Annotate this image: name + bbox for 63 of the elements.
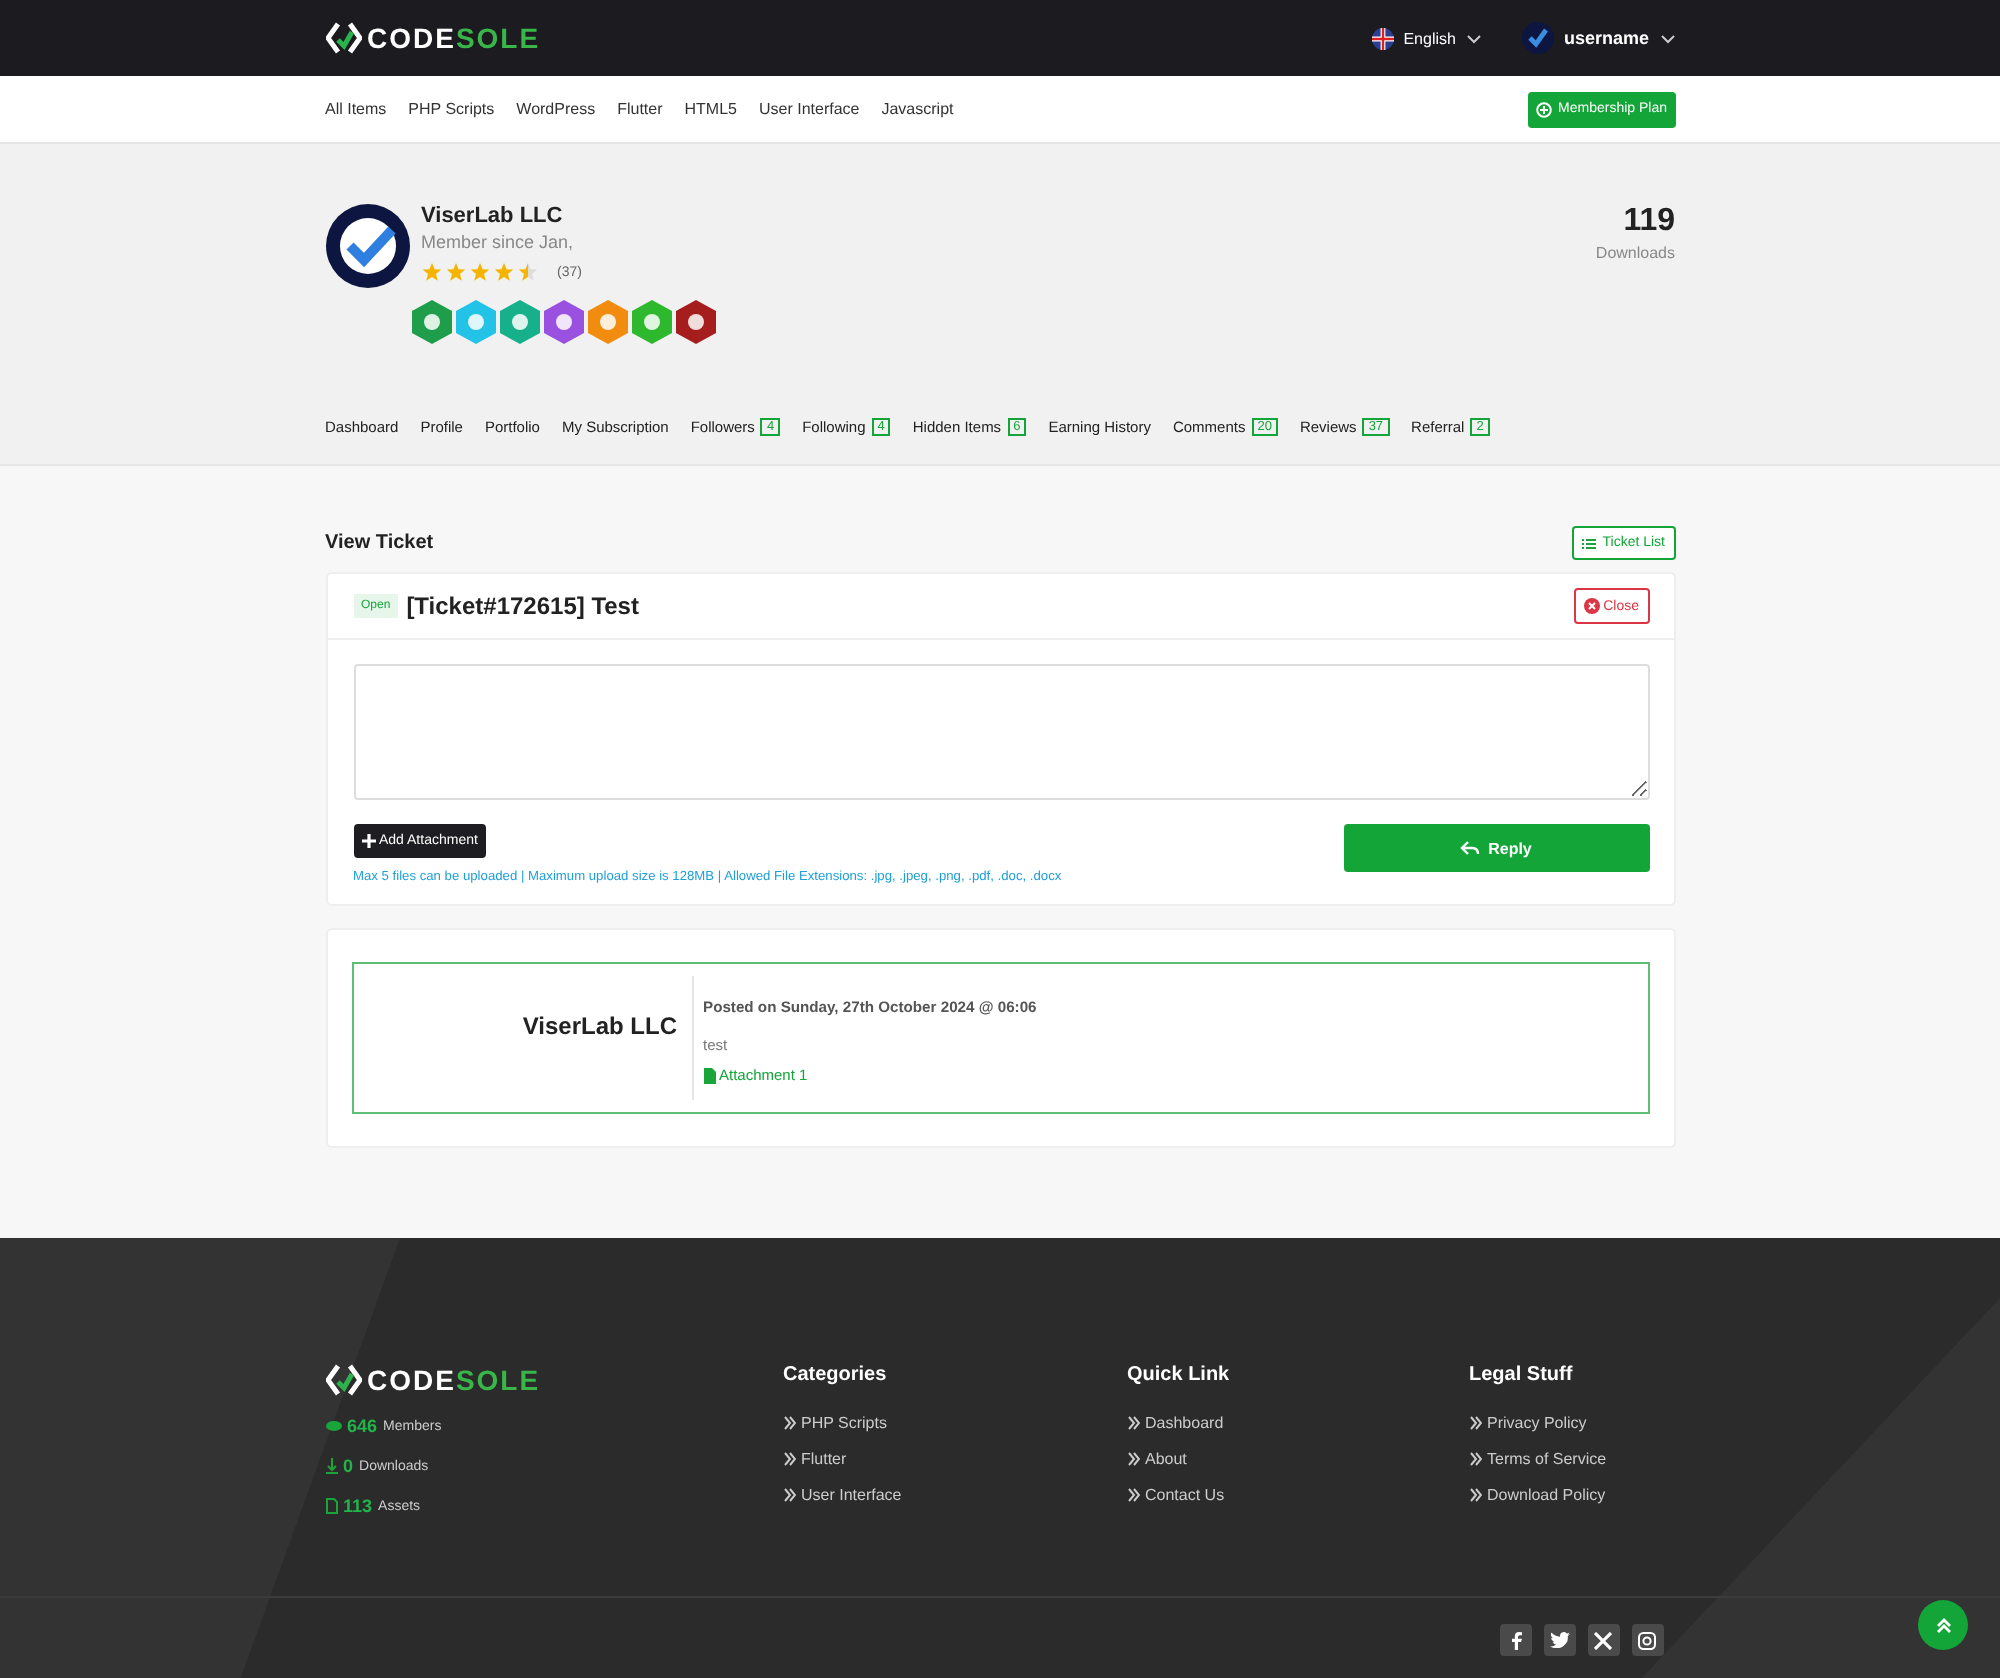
footer-link[interactable]: User Interface [783, 1486, 902, 1504]
member-since-text: Member since Jan, [421, 232, 576, 252]
camera-icon[interactable] [1631, 1624, 1663, 1656]
nav-link[interactable]: WordPress [516, 100, 596, 118]
stat-value: 113 [343, 1496, 373, 1516]
author-name: ViserLab LLC [522, 1012, 677, 1044]
language-selector[interactable]: English [1371, 27, 1482, 49]
page-title: View Ticket [325, 532, 434, 554]
chevron-right-icon [1127, 1488, 1139, 1502]
close-icon [1583, 598, 1600, 614]
chevron-down-icon [1465, 33, 1482, 43]
nav-link[interactable]: Flutter [617, 100, 663, 118]
chevron-right-icon [1127, 1452, 1139, 1466]
ticket-title: [Ticket#172615] Test [406, 592, 639, 620]
avatar-icon [1521, 22, 1554, 54]
plus-icon [361, 834, 375, 848]
double-chevron-up-icon [1935, 1617, 1951, 1633]
footer-link[interactable]: Terms of Service [1469, 1450, 1607, 1468]
chevron-right-icon [1469, 1416, 1481, 1430]
facebook-icon[interactable] [1499, 1624, 1531, 1656]
chevron-right-icon [1469, 1452, 1481, 1466]
list-icon [1582, 537, 1597, 549]
user-menu[interactable]: username [1521, 22, 1675, 54]
footer-link[interactable]: Download Policy [1469, 1486, 1606, 1504]
chevron-right-icon [783, 1452, 795, 1466]
nav-link[interactable]: User Interface [758, 100, 860, 118]
file-icon [703, 1067, 715, 1083]
footer-link[interactable]: PHP Scripts [783, 1414, 887, 1432]
footer-link[interactable]: Privacy Policy [1469, 1414, 1587, 1432]
reply-field[interactable] [353, 664, 1649, 800]
footer-heading: Legal Stuff [1469, 1364, 1573, 1386]
nav-link[interactable]: PHP Scripts [408, 100, 495, 118]
footer-link[interactable]: About [1127, 1450, 1187, 1468]
reply-icon [1460, 840, 1481, 856]
chevron-right-icon [783, 1488, 795, 1502]
footer-link[interactable]: Flutter [783, 1450, 847, 1468]
downloads-count: 119 [1623, 204, 1675, 240]
nav-link[interactable]: Javascript [881, 100, 954, 118]
footer-heading: Categories [783, 1364, 887, 1386]
bird-icon[interactable] [1543, 1624, 1575, 1656]
download-icon [325, 1458, 337, 1474]
plus-circle-icon [1536, 101, 1553, 117]
chevron-right-icon [1469, 1488, 1481, 1502]
flag-icon [1371, 27, 1394, 49]
chevron-right-icon [783, 1416, 795, 1430]
profile-name: ViserLab LLC [421, 204, 565, 228]
footer-link[interactable]: Contact Us [1127, 1486, 1225, 1504]
x-icon[interactable] [1587, 1624, 1619, 1656]
footer-link[interactable]: Dashboard [1127, 1414, 1224, 1432]
stat-value: 0 [343, 1456, 354, 1476]
logo-wordmark[interactable]: CODESOLE [367, 22, 541, 54]
chevron-down-icon [1659, 33, 1675, 43]
logo-icon [325, 1364, 361, 1396]
file-icon [325, 1498, 337, 1514]
chevron-right-icon [1127, 1416, 1139, 1430]
downloads-label: Downloads [1595, 244, 1675, 262]
stat-value: 646 [347, 1416, 378, 1436]
logo-icon [325, 22, 361, 54]
nav-link[interactable]: All Items [325, 100, 387, 118]
logo-wordmark[interactable]: CODESOLE [367, 1364, 541, 1396]
footer-heading: Quick Link [1127, 1364, 1230, 1386]
avatar-icon [325, 204, 409, 288]
nav-link[interactable]: HTML5 [684, 100, 737, 118]
